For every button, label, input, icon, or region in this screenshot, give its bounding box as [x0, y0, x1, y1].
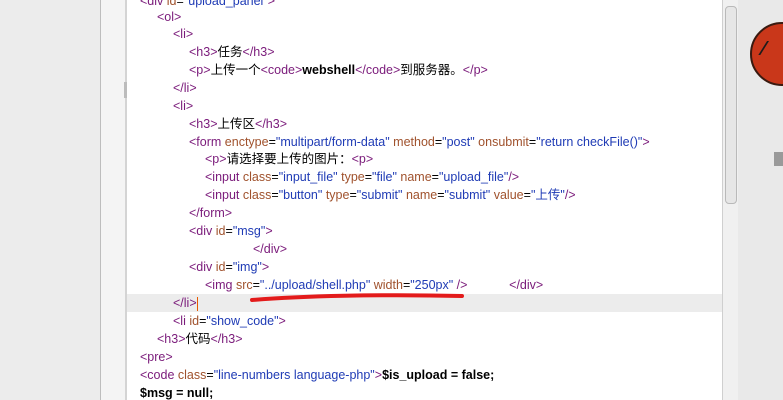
code-line[interactable]: <p>上传一个<code>webshell</code>到服务器。</p>: [189, 61, 488, 79]
code-line[interactable]: </div>: [253, 240, 287, 258]
code-line[interactable]: <p>请选择要上传的图片：<p>: [205, 150, 373, 168]
code-line[interactable]: <h3>任务</h3>: [189, 43, 275, 61]
left-gutter: [0, 0, 100, 400]
code-line[interactable]: <form enctype="multipart/form-data" meth…: [189, 133, 650, 151]
code-line[interactable]: <li id="show_code">: [173, 312, 286, 330]
code-line[interactable]: </form>: [189, 204, 232, 222]
code-line[interactable]: </li>: [173, 79, 197, 97]
code-line[interactable]: $msg = null;: [140, 384, 213, 400]
code-line[interactable]: <input class="input_file" type="file" na…: [205, 168, 519, 186]
avatar-glyph-icon: ⁄: [762, 38, 766, 60]
scrollbar-thumb[interactable]: [725, 6, 737, 204]
code-line[interactable]: </li>: [127, 294, 722, 312]
vertical-scrollbar[interactable]: [722, 0, 739, 400]
code-line[interactable]: <pre>: [140, 348, 173, 366]
side-toolbar-icon[interactable]: [774, 152, 783, 166]
code-line[interactable]: <div id="img">: [189, 258, 269, 276]
code-line[interactable]: <li>: [173, 97, 193, 115]
code-editor[interactable]: <div id="upload_panel"> <ol> <li> <h3>任务</h…: [127, 0, 723, 400]
code-line[interactable]: <ol>: [157, 8, 181, 26]
code-line[interactable]: <h3>代码</h3>: [157, 330, 243, 348]
code-line[interactable]: <input class="button" type="submit" name…: [205, 186, 576, 204]
code-line[interactable]: <li>: [173, 25, 193, 43]
code-line[interactable]: <img src="../upload/shell.php" width="25…: [205, 276, 543, 294]
code-line[interactable]: <div id="msg">: [189, 222, 273, 240]
code-line[interactable]: <h3>上传区</h3>: [189, 115, 287, 133]
code-line[interactable]: <code class="line-numbers language-php">…: [140, 366, 494, 384]
editor-left-margin: [100, 0, 125, 400]
